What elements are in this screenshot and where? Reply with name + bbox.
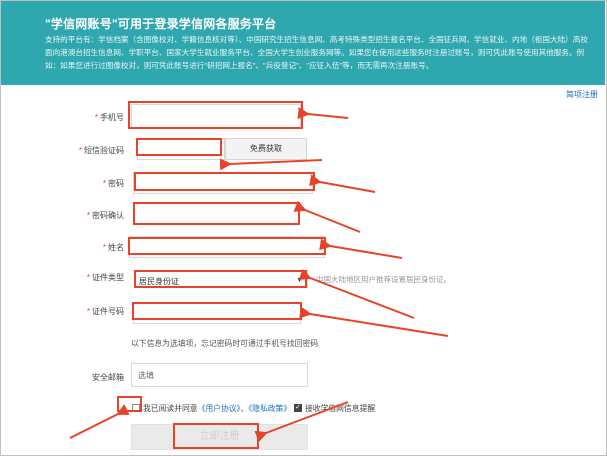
arrow-confirm (293, 200, 361, 233)
arrow-name (319, 238, 403, 259)
arrow-phone (297, 107, 349, 119)
arrow-idnum (299, 306, 449, 337)
arrow-password (309, 174, 376, 193)
arrow-register (254, 401, 349, 443)
arrow-sms (219, 158, 323, 171)
arrow-idtype (298, 268, 415, 319)
arrow-checkbox (69, 404, 130, 439)
annotation-arrows (69, 107, 449, 443)
